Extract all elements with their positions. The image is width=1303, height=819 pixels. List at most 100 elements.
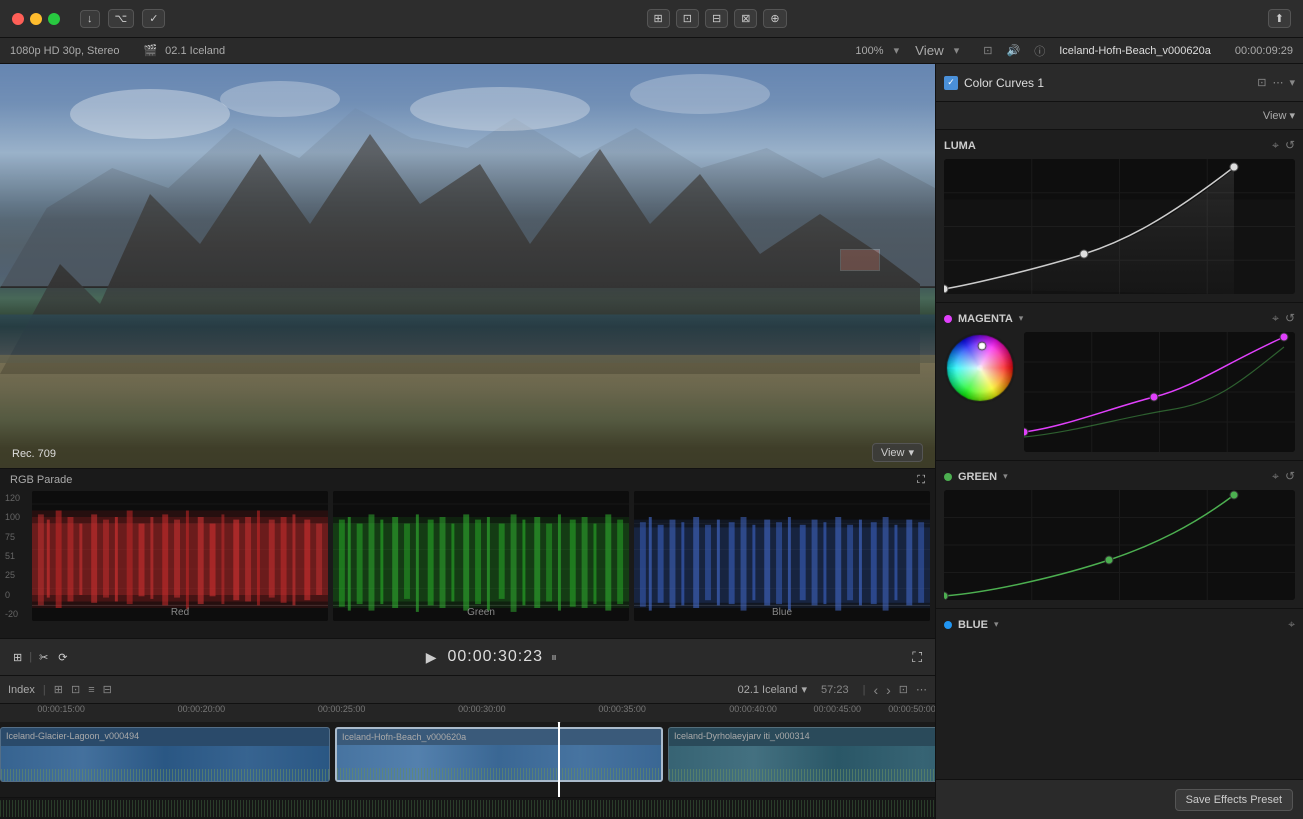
sequence-name: 02.1 Iceland — [165, 45, 225, 57]
luma-section: LUMA ⌖ ↺ — [936, 130, 1303, 303]
magenta-eyedropper-icon[interactable]: ⌖ — [1272, 311, 1279, 326]
clip-view-button[interactable]: ⊞ — [54, 683, 63, 696]
view-dropdown-button[interactable]: View — [915, 43, 944, 58]
clip-dyrholaey-1[interactable]: Iceland-Dyrholaeyjarv iti_v000314 — [668, 727, 935, 782]
audio-view-button[interactable]: ≡ — [88, 684, 94, 696]
luma-eyedropper-icon[interactable]: ⌖ — [1272, 138, 1279, 153]
playhead[interactable] — [558, 722, 560, 797]
key-button[interactable]: ⌥ — [108, 9, 135, 28]
maximize-button[interactable] — [48, 13, 60, 25]
nav-left-button[interactable]: ‹ — [873, 682, 878, 698]
audio-track — [0, 797, 935, 819]
layout-btn-4[interactable]: ⊠ — [734, 9, 757, 28]
panel-view-button[interactable]: ⊟ — [103, 683, 112, 696]
left-panel: Rec. 709 View ▾ RGB Parade ⛶ 120 100 75 … — [0, 64, 935, 819]
timeline-view-button[interactable]: ⊡ — [71, 683, 80, 696]
view-button[interactable]: View ▾ — [872, 443, 923, 462]
transport-right-controls: ⛶ — [909, 646, 925, 669]
green-reset-icon[interactable]: ↺ — [1285, 469, 1295, 484]
magenta-content — [944, 332, 1295, 452]
layout-btn-3[interactable]: ⊟ — [705, 9, 728, 28]
ruler-mark-1: 00:00:15:00 — [37, 704, 85, 714]
green-chevron[interactable]: ▾ — [1003, 471, 1008, 482]
magenta-label-group: MAGENTA ▾ — [944, 313, 1266, 325]
index-button[interactable]: Index — [8, 684, 35, 696]
trim-button[interactable]: ✂ — [36, 648, 51, 667]
luma-reset-icon[interactable]: ↺ — [1285, 138, 1295, 153]
view-curves-label: View — [1263, 110, 1287, 122]
zoom-fit-button[interactable]: ⊡ — [899, 683, 908, 696]
layout-btn-5[interactable]: ⊕ — [763, 9, 786, 28]
share-button[interactable]: ⬆ — [1268, 9, 1291, 28]
waveform-expand-icon[interactable]: ⛶ — [917, 474, 925, 487]
magenta-header: MAGENTA ▾ ⌖ ↺ — [944, 311, 1295, 326]
luma-curve-container[interactable] — [944, 159, 1295, 294]
effects-icon-1[interactable]: ⊡ — [1257, 76, 1266, 89]
timecode: 00:00:30:23 — [447, 648, 543, 666]
green-eyedropper-icon[interactable]: ⌖ — [1272, 469, 1279, 484]
magenta-chevron[interactable]: ▾ — [1019, 313, 1024, 324]
audio-strip-2 — [337, 768, 661, 780]
ruler-mark-8: 00:00:50:00 — [888, 704, 935, 714]
luma-header: LUMA ⌖ ↺ — [944, 138, 1295, 153]
ruler-mark-6: 00:00:40:00 — [729, 704, 777, 714]
fullscreen-button[interactable]: ⛶ — [909, 646, 925, 669]
blade-button[interactable]: ⟳ — [55, 648, 70, 667]
blue-waveform-svg — [634, 491, 930, 621]
zoom-level[interactable]: 100% — [855, 45, 883, 57]
waveform-header: RGB Parade ⛶ — [0, 469, 935, 491]
close-button[interactable] — [12, 13, 24, 25]
color-curves-panel: LUMA ⌖ ↺ — [936, 130, 1303, 779]
effects-chevron[interactable]: ▾ — [1289, 76, 1295, 89]
curves-view-header: View ▾ — [936, 102, 1303, 130]
play-button[interactable]: ▶ — [423, 646, 440, 669]
blue-label: Blue — [772, 607, 792, 618]
check-button[interactable]: ✓ — [142, 9, 165, 28]
luma-name: LUMA — [944, 140, 976, 152]
clip-hofn-beach[interactable]: Iceland-Hofn-Beach_v000620a — [335, 727, 663, 782]
nav-right-button[interactable]: › — [886, 682, 891, 698]
layout-btn-2[interactable]: ⊡ — [676, 9, 699, 28]
waveform-section: RGB Parade ⛶ 120 100 75 51 25 0 -20 — [0, 468, 935, 638]
save-effects-preset-button[interactable]: Save Effects Preset — [1175, 789, 1293, 811]
audio-strip-3 — [669, 769, 935, 781]
duration-label: 57:23 — [821, 684, 849, 696]
layout-btn-1[interactable]: ⊞ — [647, 9, 670, 28]
green-channel-panel: Green — [333, 491, 629, 621]
minimize-button[interactable] — [30, 13, 42, 25]
sequence-selector-label: 02.1 Iceland — [738, 684, 798, 696]
color-wheel[interactable] — [944, 332, 1016, 404]
red-waveform-svg — [32, 491, 328, 621]
transport-left-controls: ⊞ | ✂ ⟳ — [10, 648, 71, 667]
blue-section: BLUE ▾ ⌖ — [936, 609, 1303, 646]
luma-label-group: LUMA — [944, 140, 1266, 152]
ruler-track: 00:00:15:00 00:00:20:00 00:00:25:00 00:0… — [0, 704, 935, 722]
scene-overlay — [0, 64, 935, 468]
clip-glacier-lagoon[interactable]: Iceland-Glacier-Lagoon_v000494 — [0, 727, 330, 782]
view-curves-button[interactable]: View ▾ — [1263, 109, 1295, 122]
magenta-curve[interactable] — [1024, 332, 1295, 452]
green-label-group: GREEN ▾ — [944, 471, 1266, 483]
blue-eyedropper-icon[interactable]: ⌖ — [1288, 617, 1295, 632]
timeline-options-button[interactable]: ⋯ — [916, 683, 927, 696]
blue-chevron[interactable]: ▾ — [994, 619, 999, 630]
effects-icon-2[interactable]: ⋯ — [1272, 76, 1283, 89]
transport-center: ▶ 00:00:30:23 ⏸ — [79, 646, 902, 669]
rec-label: Rec. 709 — [12, 448, 56, 460]
ruler-mark-4: 00:00:30:00 — [458, 704, 506, 714]
waveform-content: 120 100 75 51 25 0 -20 — [0, 491, 935, 621]
info-bar: 1080p HD 30p, Stereo 🎬 02.1 Iceland 100%… — [0, 38, 1303, 64]
resolution-label: 1080p HD 30p, Stereo — [10, 45, 119, 57]
ruler-mark-7: 00:00:45:00 — [813, 704, 861, 714]
waveform-scale: 120 100 75 51 25 0 -20 — [5, 491, 27, 621]
clip-title-3: Iceland-Dyrholaeyjarv iti_v000314 — [674, 731, 810, 741]
traffic-lights — [12, 13, 60, 25]
magenta-reset-icon[interactable]: ↺ — [1285, 311, 1295, 326]
effects-enabled-checkbox[interactable]: ✓ — [944, 76, 958, 90]
edit-mode-button[interactable]: ⊞ — [10, 648, 25, 667]
green-curve-container[interactable] — [944, 490, 1295, 600]
effects-title: Color Curves 1 — [964, 76, 1251, 90]
download-button[interactable]: ↓ — [80, 10, 100, 28]
green-section: GREEN ▾ ⌖ ↺ — [936, 461, 1303, 609]
sequence-selector[interactable]: 02.1 Iceland ▾ — [738, 683, 807, 696]
